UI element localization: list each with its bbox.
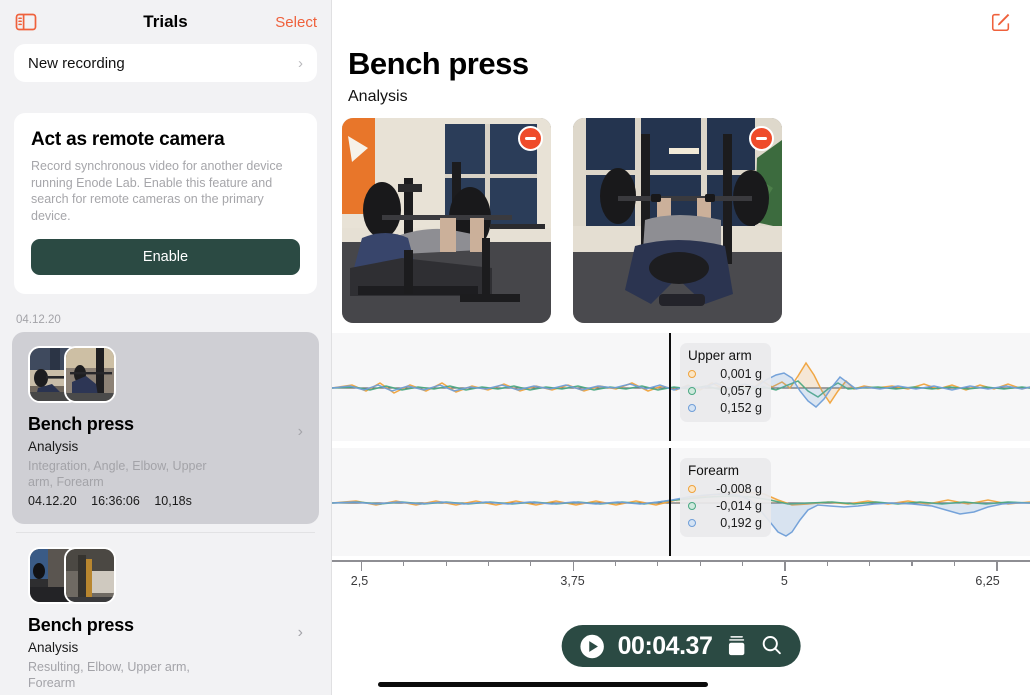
- axis-tick-major: [784, 560, 786, 571]
- series-dot-z: [688, 518, 696, 527]
- series-dot-z: [688, 403, 696, 412]
- select-button[interactable]: Select: [275, 14, 317, 31]
- series-dot-y: [688, 386, 696, 395]
- series-dot-x: [688, 369, 696, 378]
- new-recording-row[interactable]: New recording ›: [14, 44, 317, 82]
- tooltip-row: 0,057 g: [688, 382, 762, 399]
- new-recording-label: New recording: [28, 54, 125, 72]
- series-value-y: 0,057 g: [720, 383, 762, 398]
- trial-duration: 10,18s: [154, 493, 192, 508]
- series-value-z: 0,152 g: [720, 400, 762, 415]
- axis-tick-minor: [445, 560, 447, 566]
- layers-icon[interactable]: [725, 634, 747, 658]
- compose-icon[interactable]: [990, 11, 1012, 33]
- tooltip-row: 0,001 g: [688, 365, 762, 382]
- trial-sensors: Integration, Angle, Elbow, Upper arm, Fo…: [28, 459, 207, 490]
- remote-camera-card: Act as remote camera Record synchronous …: [14, 113, 317, 294]
- playback-bar[interactable]: 00:04.37: [561, 625, 801, 667]
- tooltip-forearm: Forearm -0,008 g -0,014 g 0,192 g: [680, 458, 771, 537]
- axis-tick-minor: [487, 560, 490, 566]
- charts-container: Upper arm 0,001 g 0,057 g 0,152 g Forear…: [332, 333, 1030, 602]
- trial-time: 16:36:06: [91, 493, 140, 508]
- axis-tick-label: 5: [780, 574, 788, 588]
- tooltip-title: Forearm: [688, 463, 740, 478]
- remote-camera-description: Record synchronous video for another dev…: [31, 159, 283, 223]
- tooltip-row: 0,192 g: [688, 514, 762, 531]
- new-recording-card: New recording ›: [14, 44, 317, 82]
- tooltip-row: -0,008 g: [688, 480, 762, 497]
- analysis-title: Bench press: [348, 46, 529, 81]
- trial-subtitle: Analysis: [28, 439, 79, 454]
- trial-name: Bench press: [28, 414, 134, 434]
- list-item[interactable]: Bench press Analysis Integration, Angle,…: [12, 332, 319, 524]
- axis-tick-minor: [403, 560, 405, 566]
- home-indicator: [378, 682, 708, 687]
- series-value-y: -0,014 g: [716, 498, 762, 513]
- search-icon[interactable]: [760, 634, 782, 658]
- playhead-forearm[interactable]: [669, 448, 671, 556]
- tooltip-upper-arm: Upper arm 0,001 g 0,057 g 0,152 g: [680, 343, 771, 422]
- axis-tick-minor: [530, 560, 532, 566]
- axis-line: [332, 560, 1030, 562]
- chart-panel-forearm[interactable]: Forearm -0,008 g -0,014 g 0,192 g: [332, 448, 1030, 556]
- series-value-x: 0,001 g: [720, 366, 762, 381]
- chart-x-axis: 2,5 3,75 5 6,25: [332, 560, 1030, 602]
- series-value-z: 0,192 g: [720, 515, 762, 530]
- trial-sensors: Resulting, Elbow, Upper arm, Forearm: [28, 659, 190, 690]
- trial-date: 04.12.20: [28, 493, 77, 508]
- video-thumbnails: [342, 118, 1030, 323]
- video-2[interactable]: [573, 118, 782, 323]
- axis-tick-minor: [953, 560, 955, 566]
- thumbnail-stack: [28, 546, 303, 604]
- thumbnail-stack: [28, 346, 303, 403]
- series-dot-y: [688, 501, 696, 510]
- chart-panel-upper-arm[interactable]: Upper arm 0,001 g 0,057 g 0,152 g: [332, 333, 1030, 441]
- remote-camera-title: Act as remote camera: [31, 129, 225, 150]
- enable-button[interactable]: Enable: [31, 239, 300, 275]
- tooltip-row: 0,152 g: [688, 399, 762, 416]
- video-1[interactable]: [342, 118, 551, 323]
- main-header: [332, 0, 1030, 44]
- axis-tick-major: [572, 560, 575, 571]
- tooltip-title: Upper arm: [688, 348, 752, 363]
- axis-tick-minor: [657, 560, 659, 566]
- remove-minus-icon[interactable]: [749, 126, 774, 151]
- trial-meta: 04.12.20 16:36:06 10,18s: [28, 494, 303, 508]
- axis-tick-label: 6,25: [975, 574, 1000, 588]
- axis-tick-minor: [826, 560, 828, 566]
- analysis-subtitle: Analysis: [348, 88, 408, 105]
- play-icon[interactable]: [580, 634, 605, 659]
- axis-tick-minor: [614, 560, 617, 566]
- axis-tick-minor: [741, 560, 744, 566]
- list-item[interactable]: Bench press Analysis Resulting, Elbow, U…: [12, 533, 319, 695]
- sidebar-toggle-icon[interactable]: [14, 10, 38, 34]
- playback-time: 00:04.37: [617, 631, 713, 660]
- thumbnail-image: [64, 346, 116, 403]
- tooltip-row: -0,014 g: [688, 497, 762, 514]
- axis-tick-label: 3,75: [560, 574, 585, 588]
- axis-tick-label: 2,5: [350, 574, 369, 588]
- playhead-upper-arm[interactable]: [669, 333, 671, 441]
- axis-tick-minor: [869, 560, 871, 566]
- app-root: Trials Select New recording › Act as rem…: [0, 0, 1030, 695]
- sidebar-header: Trials Select: [0, 0, 331, 44]
- trial-name: Bench press: [28, 614, 134, 635]
- series-dot-x: [688, 484, 696, 493]
- series-value-x: -0,008 g: [716, 481, 762, 496]
- axis-tick-minor: [699, 560, 701, 566]
- thumbnail-image: [64, 546, 116, 604]
- chevron-right-icon: ›: [297, 423, 303, 440]
- remove-minus-icon[interactable]: [518, 126, 543, 151]
- chevron-right-icon: ›: [298, 54, 303, 72]
- chevron-right-icon: ›: [297, 623, 303, 641]
- date-section-header: 04.12.20: [16, 314, 61, 326]
- axis-tick-major: [996, 560, 998, 571]
- sidebar: Trials Select New recording › Act as rem…: [0, 0, 332, 695]
- trial-subtitle: Analysis: [28, 639, 79, 655]
- main-panel: Bench press Analysis Upper arm 0,001 g 0…: [332, 0, 1030, 695]
- axis-tick-minor: [911, 560, 913, 566]
- axis-tick-major: [360, 560, 363, 571]
